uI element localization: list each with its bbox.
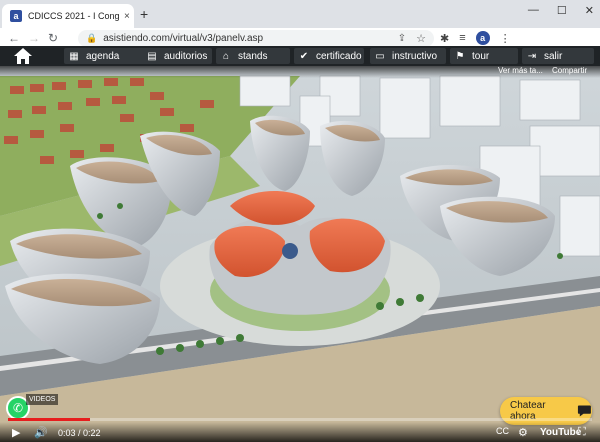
maximize-button[interactable]: ☐: [557, 4, 567, 17]
watch-more-link[interactable]: Ver más ta...: [498, 66, 543, 75]
tab-title: CDICCS 2021 - I Congreso Intern: [28, 11, 120, 21]
nav-agenda-label: agenda: [86, 50, 120, 62]
fullscreen-icon[interactable]: ⛶: [578, 426, 586, 439]
new-tab-button[interactable]: +: [140, 6, 148, 22]
youtube-logo[interactable]: YouTube: [540, 427, 581, 438]
browser-tab[interactable]: a CDICCS 2021 - I Congreso Intern ×: [2, 4, 134, 28]
menu-kebab-icon[interactable]: ⋮: [500, 32, 511, 45]
nav-stands[interactable]: ⌂ stands: [216, 48, 290, 64]
site-nav-bar: ▦ agenda ▤ auditorios ⌂ stands ✔ certifi…: [0, 46, 600, 66]
home-icon[interactable]: [12, 47, 34, 65]
share-link[interactable]: Compartir: [552, 66, 587, 75]
reload-icon[interactable]: ↻: [48, 31, 58, 45]
video-progress-bar[interactable]: [8, 418, 592, 421]
nav-agenda[interactable]: ▦ agenda: [64, 48, 148, 64]
url-text: asistiendo.com/virtual/v3/panelv.asp: [103, 33, 264, 44]
nav-tour[interactable]: ⚑ tour: [450, 48, 518, 64]
nav-certificado-label: certificado: [316, 50, 362, 62]
building-columns-icon: ⌂: [222, 50, 230, 62]
nav-auditorios-label: auditorios: [164, 50, 208, 62]
settings-gear-icon[interactable]: ⚙: [518, 426, 528, 439]
video-controls: ▶ 🔊 0:03 / 0:22 CC ⚙ YouTube ⛶: [0, 422, 600, 442]
volume-icon[interactable]: 🔊: [34, 426, 48, 439]
video-progress-fill: [8, 418, 90, 421]
browser-tab-strip: a CDICCS 2021 - I Congreso Intern × + — …: [0, 0, 600, 28]
tab-close-icon[interactable]: ×: [124, 11, 130, 22]
nav-certificado[interactable]: ✔ certificado: [294, 48, 364, 64]
nav-auditorios[interactable]: ▤ auditorios: [142, 48, 212, 64]
toolbar-actions: ✱ ≡ a ⋮: [440, 31, 511, 45]
address-bar[interactable]: 🔒 asistiendo.com/virtual/v3/panelv.asp ⇪…: [78, 30, 434, 47]
reading-list-icon[interactable]: ≡: [459, 32, 465, 44]
forward-arrow-icon[interactable]: →: [28, 31, 40, 45]
document-icon: ▭: [375, 50, 385, 62]
profile-avatar-icon[interactable]: a: [475, 31, 490, 45]
site-favicon-icon: a: [10, 10, 22, 22]
extensions-icon[interactable]: ✱: [440, 32, 449, 45]
nav-stands-label: stands: [238, 50, 268, 62]
nav-salir-label: salir: [544, 50, 563, 62]
flag-icon: ⚑: [455, 50, 465, 62]
nav-salir[interactable]: ⇥ salir: [522, 48, 594, 64]
time-display: 0:03 / 0:22: [58, 428, 101, 438]
check-circle-icon: ✔: [299, 50, 309, 62]
calendar-icon: ▦: [69, 50, 79, 62]
auditorium-icon: ▤: [147, 50, 157, 62]
minimize-button[interactable]: —: [528, 4, 539, 17]
window-controls: — ☐ ✕: [528, 4, 594, 17]
video-player[interactable]: Ver más ta... Compartir: [0, 66, 600, 442]
bookmark-star-icon[interactable]: ☆: [416, 32, 426, 45]
chat-bubble-icon: [578, 405, 592, 417]
lock-icon: 🔒: [86, 33, 98, 43]
back-arrow-icon[interactable]: ←: [8, 31, 20, 45]
videos-tag: VIDEOS: [26, 394, 59, 405]
video-frame-rendering: [0, 66, 600, 442]
nav-instructivo-label: instructivo: [392, 50, 438, 62]
logout-icon: ⇥: [527, 50, 537, 62]
captions-icon[interactable]: CC: [496, 426, 509, 436]
nav-tour-label: tour: [472, 50, 490, 62]
share-icon[interactable]: ⇪: [398, 33, 406, 44]
nav-instructivo[interactable]: ▭ instructivo: [370, 48, 446, 64]
close-window-button[interactable]: ✕: [585, 4, 594, 17]
play-icon[interactable]: ▶: [12, 426, 20, 439]
